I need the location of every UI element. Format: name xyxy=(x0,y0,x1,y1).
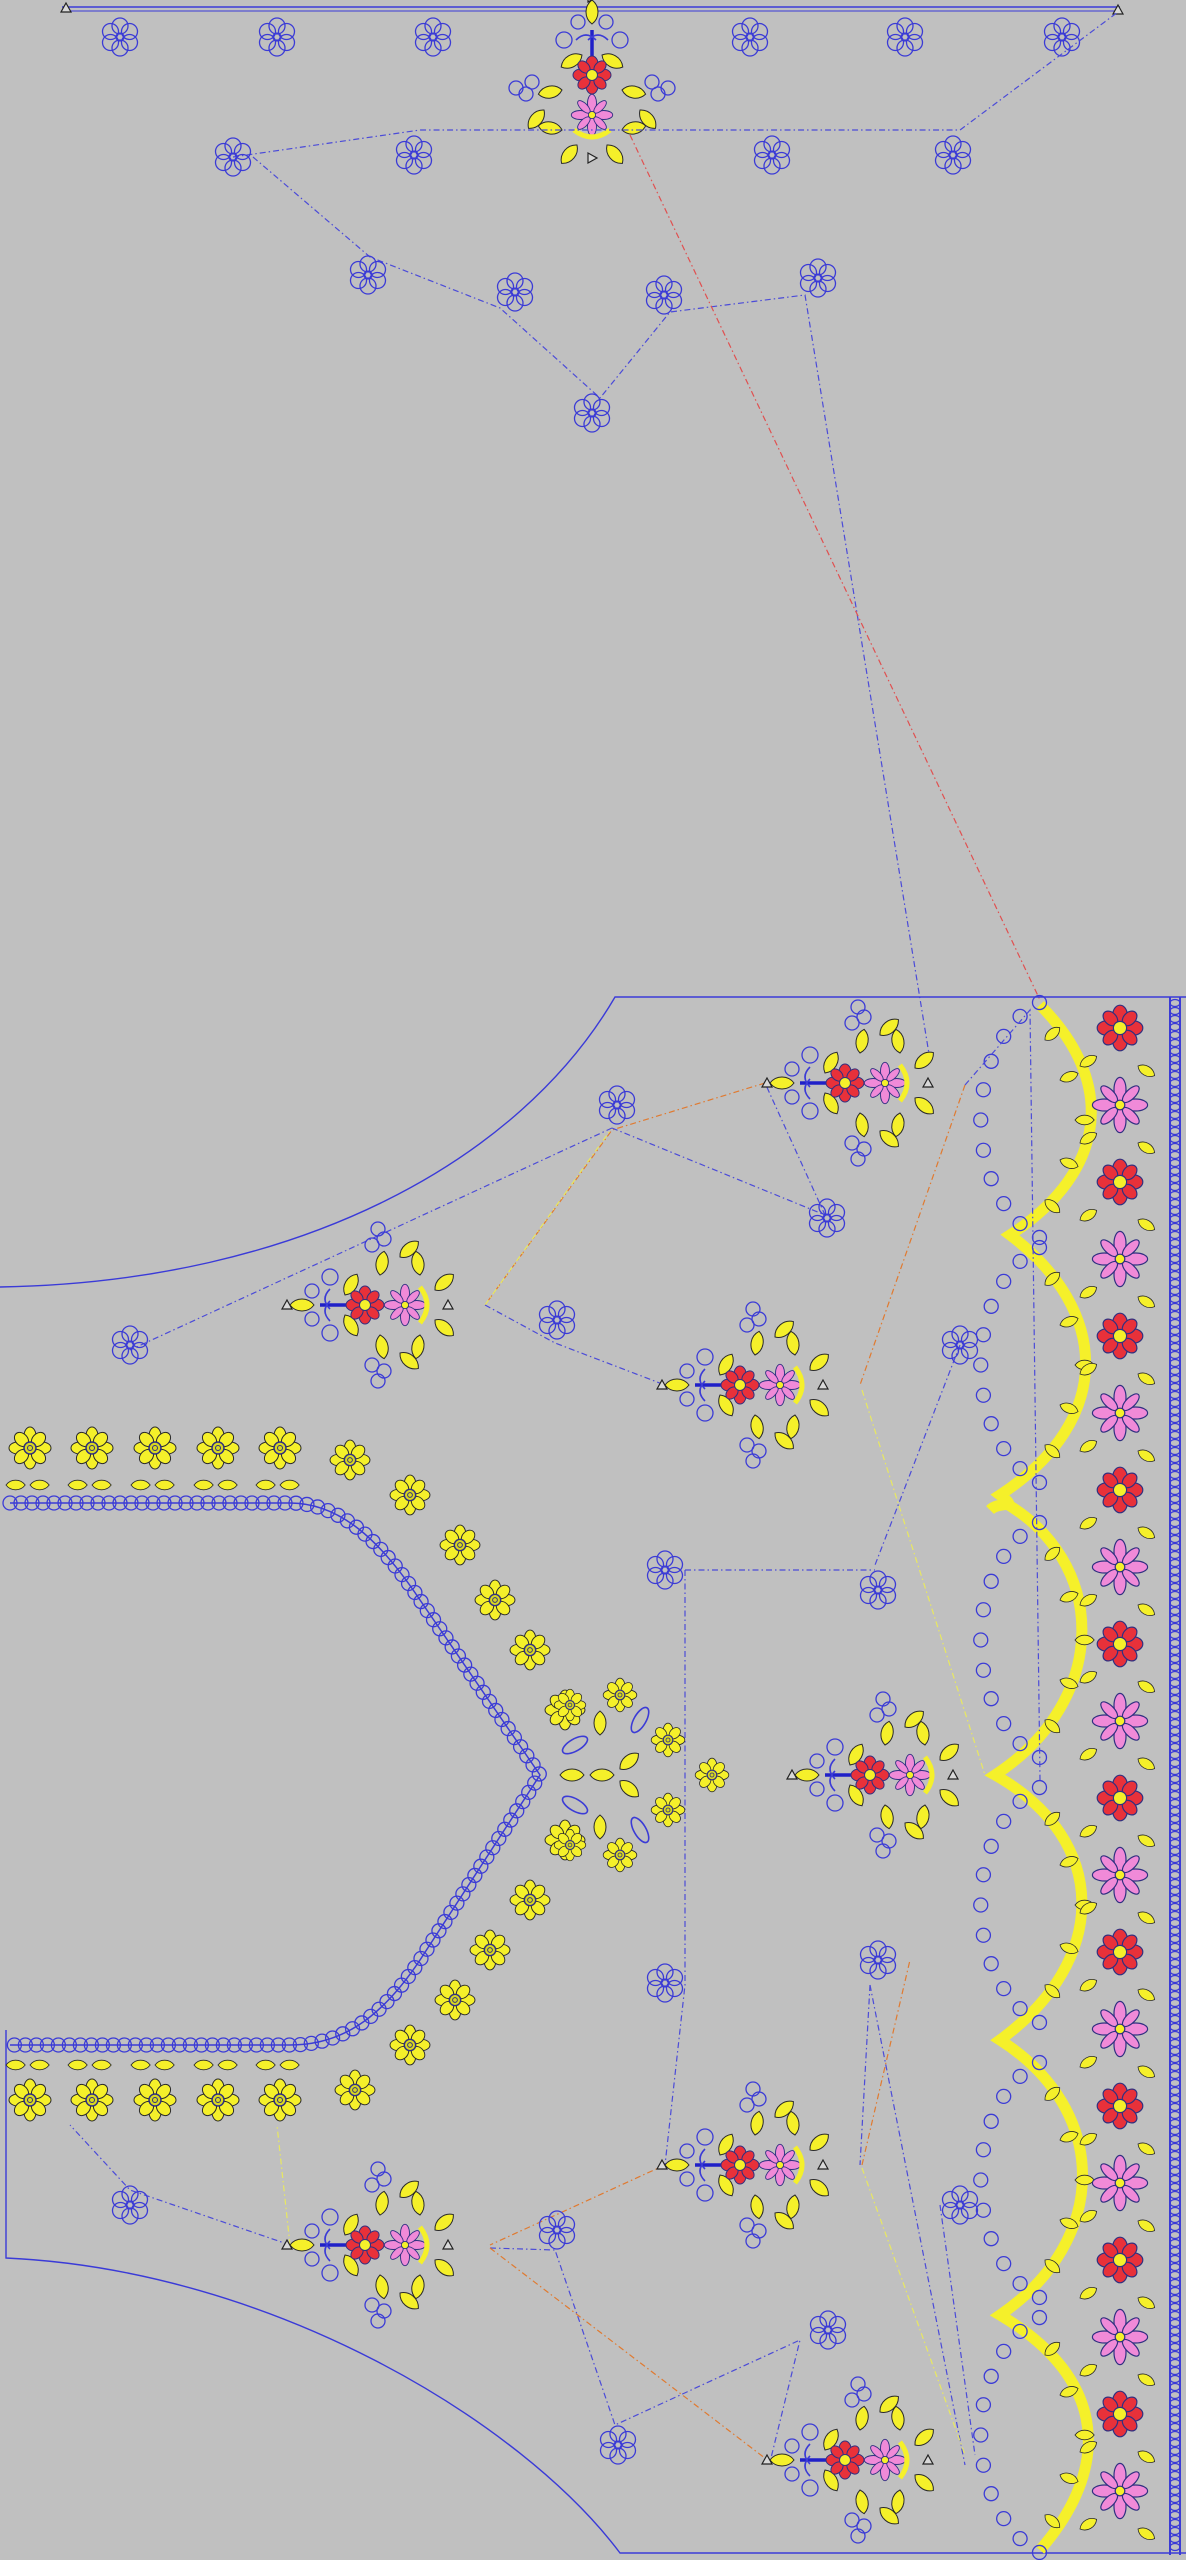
neckline xyxy=(2,1495,547,2053)
embroidery-canvas[interactable] xyxy=(0,0,1186,2560)
top-jump-paths xyxy=(232,11,1119,1061)
bouquet-motif-4[interactable] xyxy=(787,1692,962,1858)
right-border xyxy=(1169,997,1181,2555)
bouquet-motif-5[interactable] xyxy=(657,2082,832,2248)
bouquet-motif-2[interactable] xyxy=(282,1222,457,1388)
neckline-daisies xyxy=(5,1426,586,2122)
border-flower-column xyxy=(1077,1004,1158,2544)
bouquet-motif-7[interactable] xyxy=(762,2377,937,2543)
scallop-band xyxy=(973,994,1097,2560)
top-scattered-rosettes xyxy=(214,135,972,433)
panel-jump-paths xyxy=(69,1008,1041,2466)
neckline-center-spray xyxy=(553,1677,730,1873)
bouquet-motif-6[interactable] xyxy=(282,2162,457,2328)
top-bouquet-motif[interactable] xyxy=(509,0,675,167)
bouquet-motif-3[interactable] xyxy=(657,1302,832,1468)
bouquet-motif-1[interactable] xyxy=(762,1000,937,1166)
